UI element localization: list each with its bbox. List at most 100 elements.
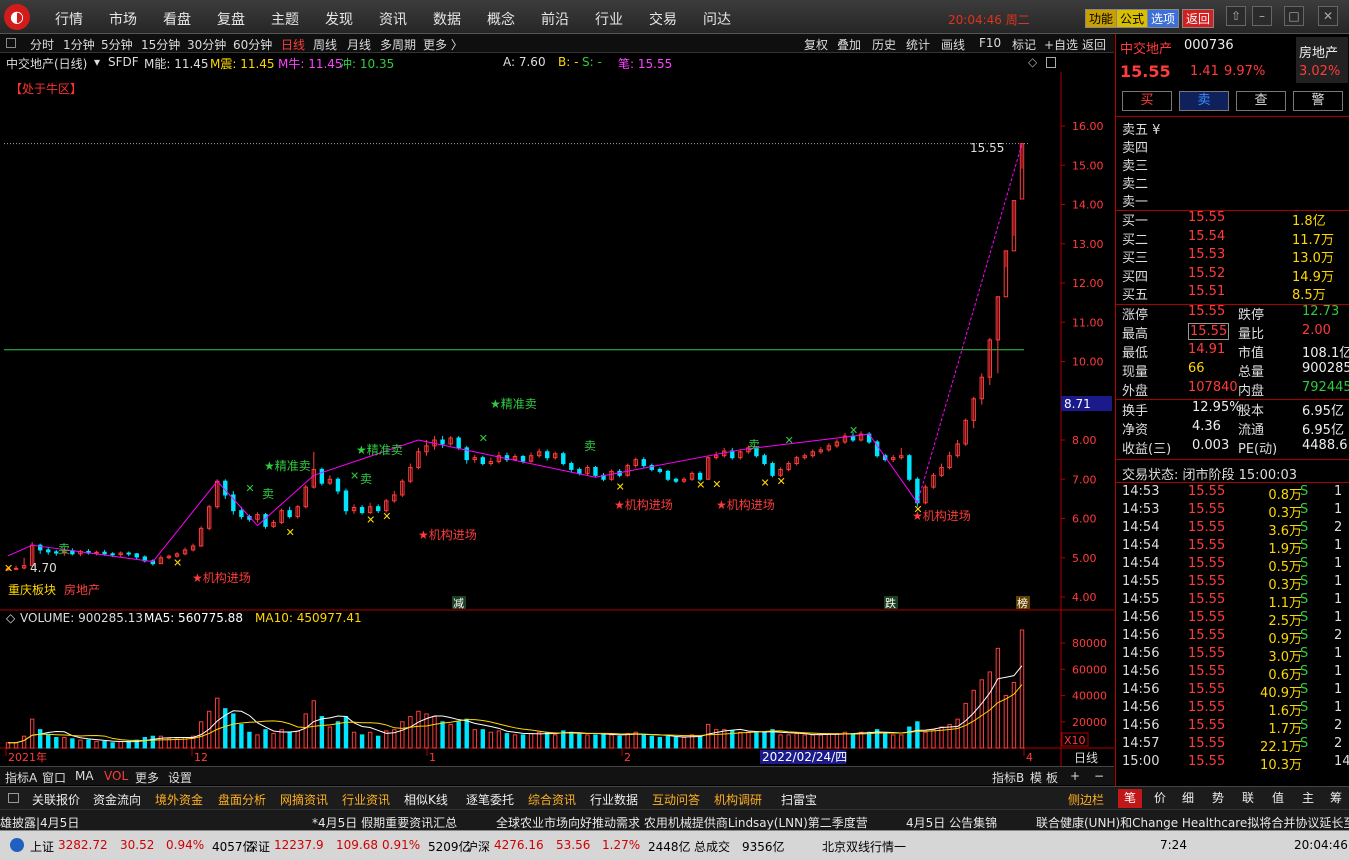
- kline-chart[interactable]: 16.0015.0014.0013.0012.0011.0010.009.008…: [0, 72, 1114, 768]
- fn-tab-5[interactable]: 行业资讯: [342, 791, 390, 808]
- tool-3[interactable]: 统计: [906, 36, 930, 53]
- menu-8[interactable]: 概念: [487, 9, 515, 29]
- status-icon[interactable]: [10, 838, 24, 852]
- menu-10[interactable]: 行业: [595, 9, 623, 29]
- menu-6[interactable]: 资讯: [379, 9, 407, 29]
- trade-button-0[interactable]: 买: [1122, 91, 1172, 111]
- indicator-right-2[interactable]: 板: [1046, 769, 1058, 786]
- detail-tab-5[interactable]: 值: [1266, 789, 1290, 808]
- tool-5[interactable]: F10: [979, 36, 1001, 50]
- back-button[interactable]: 返回: [1182, 9, 1215, 28]
- menu-4[interactable]: 主题: [271, 9, 299, 29]
- indicator-tab-1[interactable]: 窗口: [42, 769, 66, 786]
- news-item-4[interactable]: 联合健康(UNH)和Change Healthcare拟将合并协议延长至: [1036, 814, 1349, 830]
- volume-dropdown-icon[interactable]: ◇: [6, 611, 16, 625]
- expand-icon[interactable]: [6, 38, 16, 48]
- menu-11[interactable]: 交易: [649, 9, 677, 29]
- indicator-right-4[interactable]: −: [1094, 769, 1104, 783]
- x10-tag[interactable]: X10: [1064, 734, 1086, 747]
- panel-toggle-icon[interactable]: [8, 793, 19, 803]
- detail-tab-0[interactable]: 笔: [1118, 789, 1142, 808]
- trade-button-1[interactable]: 卖: [1179, 91, 1229, 111]
- indicator-tab-0[interactable]: 指标A: [5, 769, 37, 786]
- close-icon[interactable]: ✕: [1318, 6, 1338, 26]
- period-3[interactable]: 15分钟: [141, 36, 180, 53]
- menu-0[interactable]: 行情: [55, 9, 83, 29]
- menu-7[interactable]: 数据: [433, 9, 461, 29]
- stock-name[interactable]: 中交地产: [1120, 38, 1172, 57]
- detail-tab-1[interactable]: 价: [1148, 789, 1172, 808]
- tool-4[interactable]: 画线: [941, 36, 965, 53]
- indicator-tab-3[interactable]: VOL: [104, 769, 128, 783]
- line-status[interactable]: 北京双线行情一: [822, 838, 906, 855]
- menu-1[interactable]: 市场: [109, 9, 137, 29]
- detail-tab-3[interactable]: 势: [1206, 789, 1230, 808]
- dropdown-icon[interactable]: ▾: [94, 55, 100, 69]
- fn-tab-0[interactable]: 关联报价: [32, 791, 80, 808]
- index-name-0[interactable]: 上证: [30, 838, 54, 855]
- sector-name[interactable]: 房地产: [1299, 42, 1338, 61]
- tool-6[interactable]: 标记: [1012, 36, 1036, 53]
- skin-icon[interactable]: ⇧: [1226, 6, 1246, 26]
- tool-7[interactable]: +自选: [1044, 36, 1078, 53]
- side-bar-button[interactable]: 侧边栏: [1068, 791, 1104, 808]
- news-item-0[interactable]: 雄披露|4月5日: [0, 814, 79, 830]
- trade-button-3[interactable]: 警: [1293, 91, 1343, 111]
- period-8[interactable]: 月线: [347, 36, 371, 53]
- period-0[interactable]: 分时: [30, 36, 54, 53]
- fn-tab-1[interactable]: 资金流向: [93, 791, 141, 808]
- detail-tab-7[interactable]: 筹: [1324, 789, 1348, 808]
- fn-tab-8[interactable]: 综合资讯: [528, 791, 576, 808]
- period-5[interactable]: 60分钟: [233, 36, 272, 53]
- index-name-1[interactable]: 深证: [246, 838, 270, 855]
- fn-tab-11[interactable]: 机构调研: [714, 791, 762, 808]
- indicator-tab-2[interactable]: MA: [75, 769, 94, 783]
- fn-tab-6[interactable]: 相似K线: [404, 791, 448, 808]
- menu-9[interactable]: 前沿: [541, 9, 569, 29]
- options-button[interactable]: 选项: [1147, 9, 1180, 28]
- menu-5[interactable]: 发现: [325, 9, 353, 29]
- tool-2[interactable]: 历史: [872, 36, 896, 53]
- period-9[interactable]: 多周期: [380, 36, 416, 53]
- indicator-right-0[interactable]: 指标B: [992, 769, 1024, 786]
- tool-0[interactable]: 复权: [804, 36, 828, 53]
- fn-tab-4[interactable]: 网摘资讯: [280, 791, 328, 808]
- formula-button[interactable]: 公式: [1116, 9, 1149, 28]
- minimize-icon[interactable]: –: [1252, 6, 1272, 26]
- fn-tab-3[interactable]: 盘面分析: [218, 791, 266, 808]
- indicator-tab-4[interactable]: 更多: [135, 769, 159, 786]
- fn-tab-9[interactable]: 行业数据: [590, 791, 638, 808]
- index-name-2[interactable]: 沪深: [466, 838, 490, 855]
- indicator-tab-5[interactable]: 设置: [168, 769, 192, 786]
- trade-button-2[interactable]: 查: [1236, 91, 1286, 111]
- period-6[interactable]: 日线: [281, 36, 305, 53]
- indicator-right-3[interactable]: +: [1070, 769, 1080, 783]
- news-item-3[interactable]: 4月5日 公告集锦: [906, 814, 997, 830]
- detail-tab-4[interactable]: 联: [1236, 789, 1260, 808]
- period-4[interactable]: 30分钟: [187, 36, 226, 53]
- fn-tab-10[interactable]: 互动问答: [652, 791, 700, 808]
- indicator-name[interactable]: SFDF: [108, 55, 139, 69]
- detail-tab-2[interactable]: 细: [1176, 789, 1200, 808]
- period-1[interactable]: 1分钟: [63, 36, 95, 53]
- diamond-icon[interactable]: ◇: [1028, 55, 1037, 69]
- window-icon[interactable]: [1046, 57, 1056, 68]
- menu-12[interactable]: 问达: [703, 9, 731, 29]
- fn-tab-2[interactable]: 境外资金: [155, 791, 203, 808]
- menu-3[interactable]: 复盘: [217, 9, 245, 29]
- indicator-right-1[interactable]: 模: [1030, 769, 1042, 786]
- fn-tab-7[interactable]: 逐笔委托: [466, 791, 514, 808]
- menu-2[interactable]: 看盘: [163, 9, 191, 29]
- news-item-1[interactable]: *4月5日 假期重要资讯汇总: [312, 814, 457, 830]
- fn-tab-12[interactable]: 扫雷宝: [781, 791, 817, 808]
- tool-8[interactable]: 返回: [1082, 36, 1106, 53]
- period-10[interactable]: 更多 〉: [423, 36, 463, 53]
- period-2[interactable]: 5分钟: [101, 36, 133, 53]
- maximize-icon[interactable]: □: [1284, 6, 1304, 26]
- app-logo-icon[interactable]: ◐: [4, 4, 30, 30]
- detail-tab-6[interactable]: 主: [1296, 789, 1320, 808]
- tool-1[interactable]: 叠加: [837, 36, 861, 53]
- function-button[interactable]: 功能: [1085, 9, 1118, 28]
- period-7[interactable]: 周线: [313, 36, 337, 53]
- news-item-2[interactable]: 全球农业市场向好推动需求 农用机械提供商Lindsay(LNN)第二季度营: [496, 814, 868, 830]
